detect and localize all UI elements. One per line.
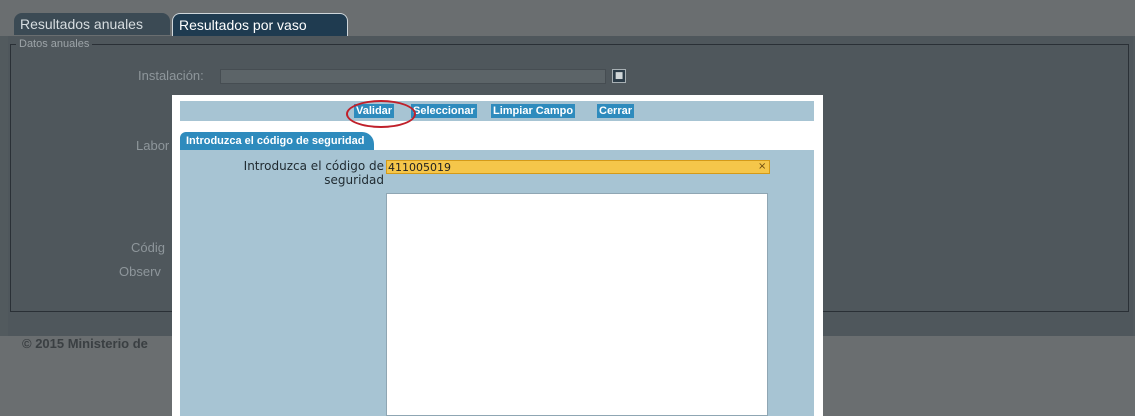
seleccionar-button[interactable]: Seleccionar (411, 104, 477, 118)
lookup-icon[interactable]: ■ (612, 69, 626, 83)
tab-resultados-por-vaso[interactable]: Resultados por vaso (172, 13, 348, 36)
instalacion-label: Instalación: (138, 68, 204, 83)
tab-codigo-seguridad[interactable]: Introduzca el código de seguridad (180, 132, 375, 150)
security-code-input[interactable]: 411005019 (386, 160, 770, 174)
dialog-right-strip (802, 150, 814, 416)
laboratorio-label: Labor (136, 138, 170, 153)
annotation-circle (346, 100, 416, 128)
footer-copyright: © 2015 Ministerio de (22, 336, 148, 351)
tab-resultados-anuales[interactable]: Resultados anuales (14, 13, 170, 35)
limpiar-campo-button[interactable]: Limpiar Campo (491, 104, 576, 118)
security-code-label: Introduzca el código de seguridad (243, 159, 384, 187)
instalacion-input[interactable] (220, 69, 606, 84)
cerrar-button[interactable]: Cerrar (597, 104, 635, 118)
results-textarea[interactable] (386, 193, 768, 416)
observaciones-label: Observ (119, 264, 161, 279)
fieldset-legend: Datos anuales (16, 38, 93, 50)
dialog-toolbar: Validar Seleccionar Limpiar Campo Cerrar (180, 100, 814, 128)
clear-icon[interactable]: × (758, 160, 766, 174)
security-code-dialog: Validar Seleccionar Limpiar Campo Cerrar… (172, 95, 823, 416)
tab-strip (0, 0, 1135, 36)
dialog-content: Introduzca el código de seguridad 411005… (180, 150, 814, 416)
codigo-label: Códig (131, 240, 165, 255)
